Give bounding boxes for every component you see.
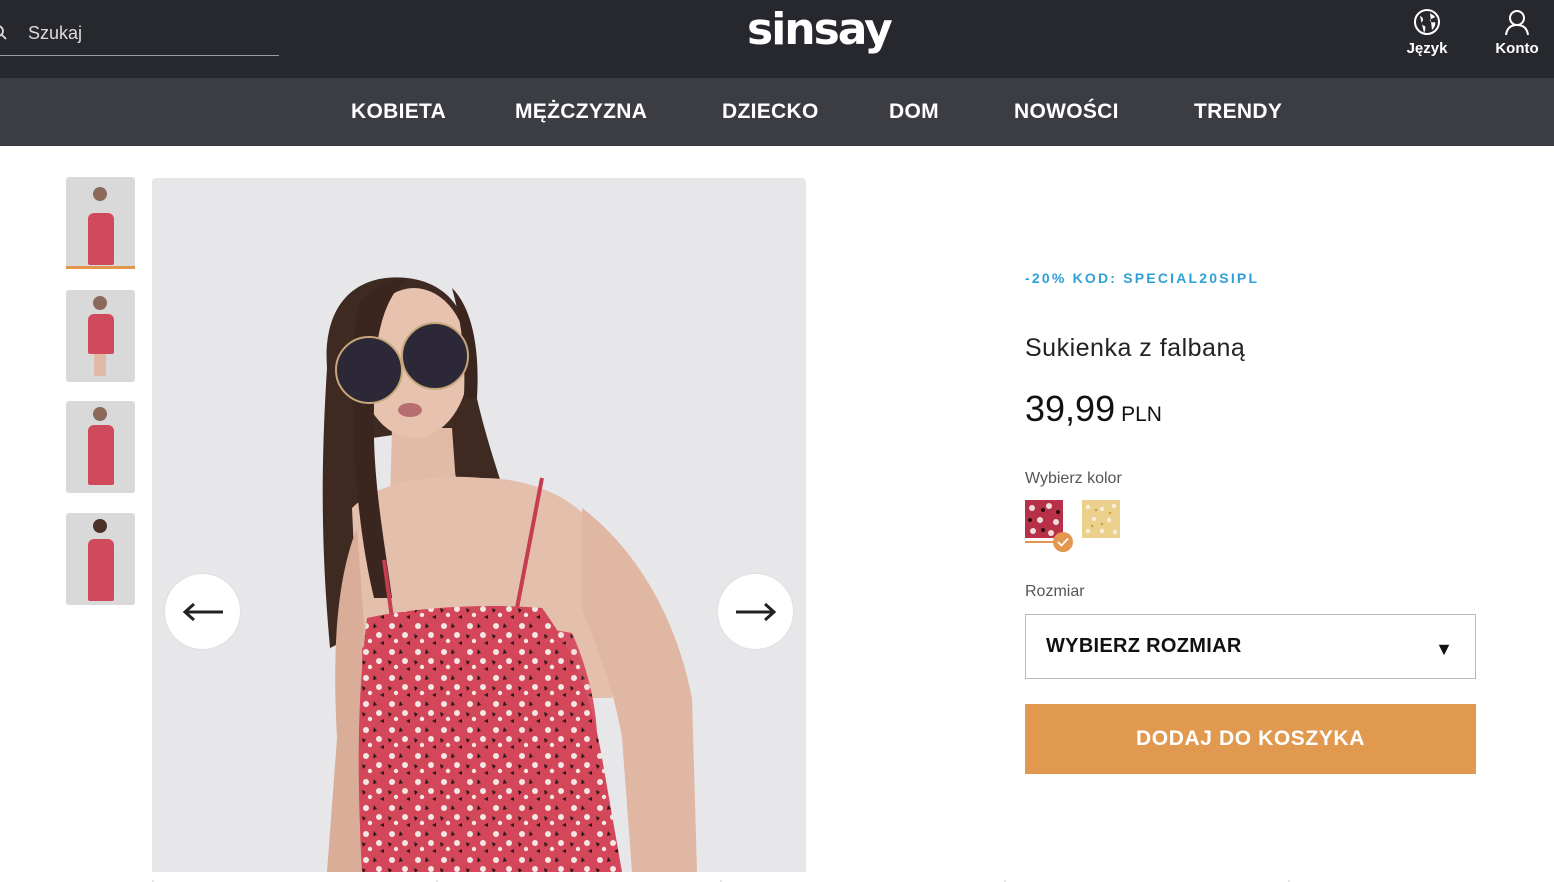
thumbnail-figure-dress: [88, 213, 114, 265]
nav-item-mezczyzna[interactable]: MĘŻCZYZNA: [515, 78, 647, 146]
thumbnail-figure-dress: [88, 539, 114, 601]
product-thumbnail[interactable]: [66, 290, 135, 382]
brand-logo[interactable]: sinsay: [747, 4, 893, 60]
nav-item-nowosci[interactable]: NOWOŚCI: [1014, 78, 1119, 146]
search-bar[interactable]: [0, 10, 279, 56]
thumbnail-figure-head: [93, 296, 107, 310]
color-label: Wybierz kolor: [1025, 470, 1122, 487]
main-nav: KOBIETA MĘŻCZYZNA DZIECKO DOM NOWOŚCI TR…: [0, 78, 1554, 146]
product-main-image: [152, 178, 806, 872]
active-thumbnail-indicator: [66, 266, 135, 269]
size-dropdown-value: WYBIERZ ROZMIAR: [1046, 635, 1242, 657]
add-to-cart-button[interactable]: DODAJ DO KOSZYKA: [1025, 704, 1476, 774]
arrow-right-icon: [735, 602, 776, 621]
globe-icon: [1414, 9, 1440, 35]
nav-item-dziecko[interactable]: DZIECKO: [722, 78, 819, 146]
section-divider: [152, 880, 1290, 882]
search-icon[interactable]: [0, 24, 8, 42]
account-button[interactable]: Konto: [1487, 8, 1547, 64]
thumbnail-figure-dress: [88, 425, 114, 485]
model-illustration: [322, 277, 697, 872]
product-thumbnail[interactable]: [66, 513, 135, 605]
product-title: Sukienka z falbaną: [1025, 334, 1246, 362]
thumbnail-figure-head: [93, 187, 107, 201]
dropdown-triangle-icon: ▼: [1435, 639, 1453, 659]
color-swatch-yellow-floral[interactable]: [1082, 500, 1120, 538]
thumbnail-figure-dress: [88, 314, 114, 354]
selected-check-badge: [1053, 532, 1073, 552]
add-to-cart-label: DODAJ DO KOSZYKA: [1136, 727, 1365, 750]
nav-item-dom[interactable]: DOM: [889, 78, 939, 146]
product-price: 39,99 PLN: [1025, 388, 1162, 430]
top-bar: sinsay Język Konto: [0, 0, 1554, 78]
product-thumbnail[interactable]: [66, 177, 135, 269]
price-value: 39,99: [1025, 388, 1116, 429]
user-icon: [1505, 10, 1529, 36]
checkmark-icon: [1057, 537, 1069, 547]
floral-pattern: [1082, 500, 1120, 538]
thumbnail-figure-head: [93, 519, 107, 533]
price-currency: PLN: [1121, 403, 1162, 426]
language-button[interactable]: Język: [1397, 8, 1457, 64]
nav-item-kobieta[interactable]: KOBIETA: [351, 78, 446, 146]
previous-image-button[interactable]: [165, 574, 240, 649]
account-label: Konto: [1495, 40, 1539, 57]
size-label: Rozmiar: [1025, 583, 1085, 600]
size-dropdown[interactable]: WYBIERZ ROZMIAR ▼: [1025, 614, 1476, 679]
product-thumbnail[interactable]: [66, 401, 135, 493]
nav-item-trendy[interactable]: TRENDY: [1194, 78, 1282, 146]
thumbnail-figure-legs: [94, 354, 106, 376]
language-label: Język: [1406, 40, 1448, 57]
thumbnail-figure-head: [93, 407, 107, 421]
arrow-left-icon: [182, 602, 223, 621]
search-input[interactable]: [28, 16, 268, 50]
promo-code-badge: -20% KOD: SPECIAL20SIPL: [1025, 270, 1260, 286]
next-image-button[interactable]: [718, 574, 793, 649]
